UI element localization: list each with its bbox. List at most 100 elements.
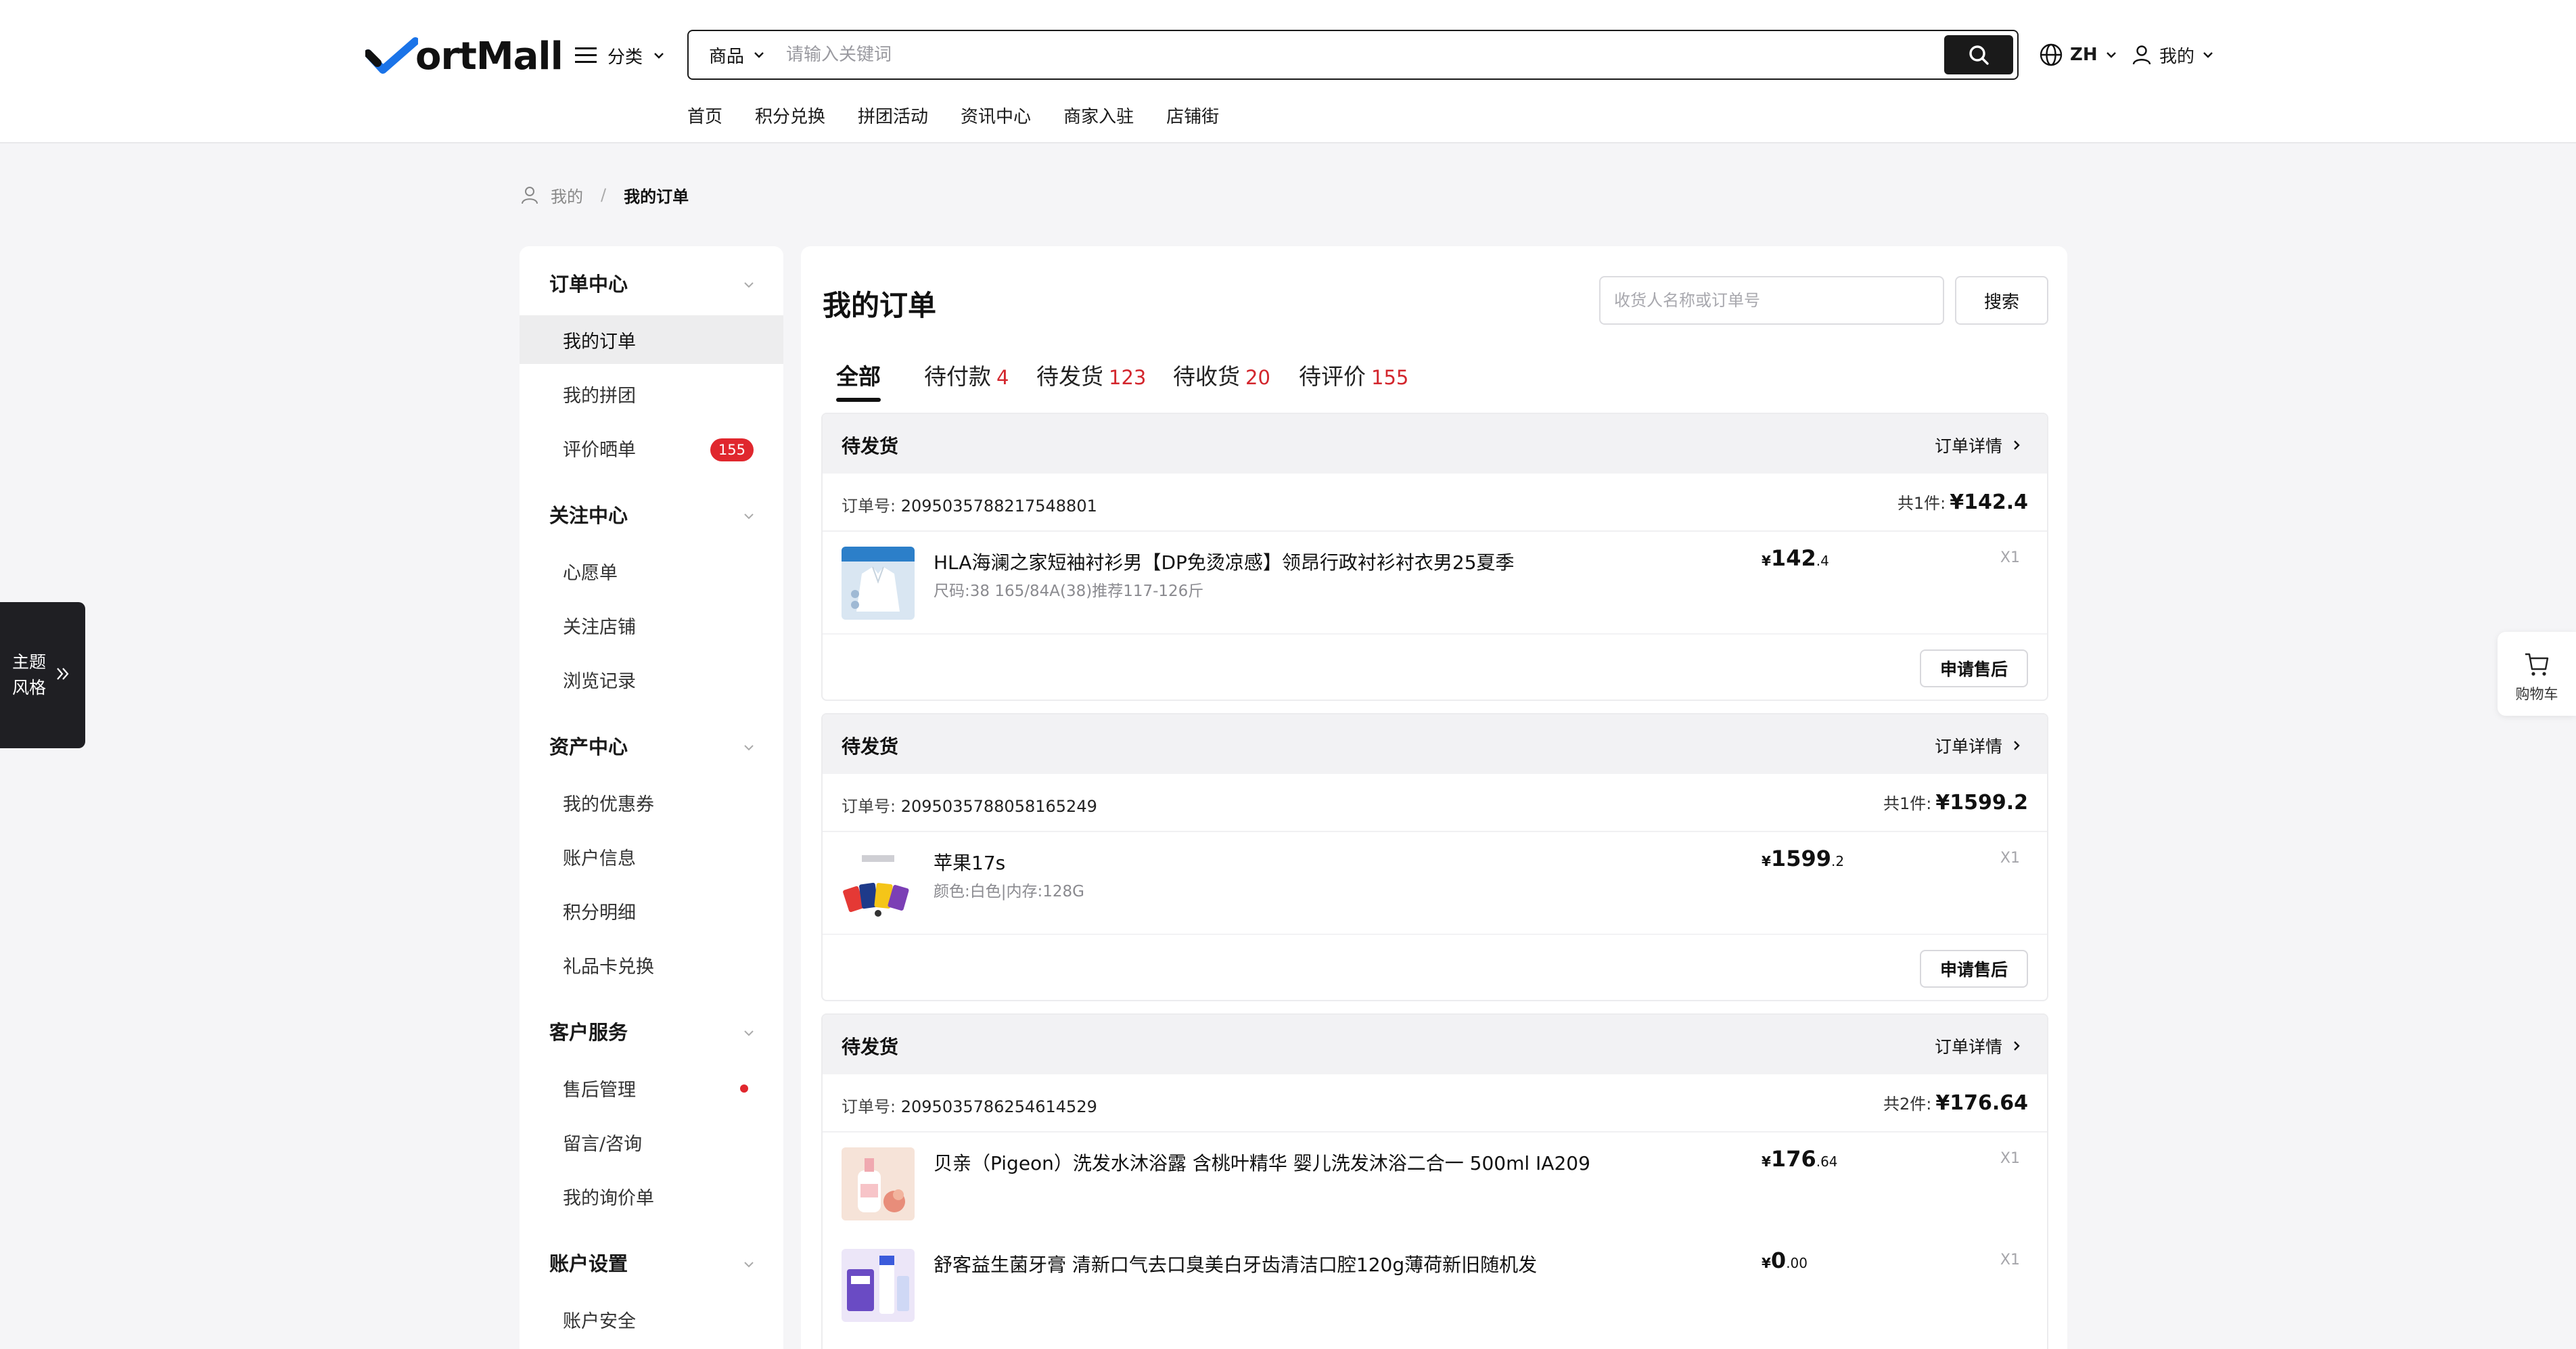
order-number-label: 订单号: [842, 497, 896, 516]
sidebar-group-order-center[interactable]: 订单中心 [520, 261, 783, 304]
order-detail-link[interactable]: 订单详情 [1935, 433, 2023, 457]
order-status: 待发货 [842, 435, 899, 457]
order-search-input[interactable] [1599, 276, 1944, 325]
order-card: 待发货 订单详情 订单号: 2095035788058165249 共1件: ¥1… [821, 713, 2048, 1001]
sidebar-group-title: 账户设置 [549, 1252, 628, 1275]
product-name[interactable]: 舒客益生菌牙膏 清新口气去口臭美白牙齿清洁口腔120g薄荷新旧随机发 [934, 1250, 1537, 1277]
nav-group-buy[interactable]: 拼团活动 [858, 103, 928, 130]
account-label: 我的 [2159, 46, 2195, 67]
product-name[interactable]: 苹果17s [934, 848, 1005, 875]
sidebar-item-inquiries[interactable]: 我的询价单 [520, 1172, 783, 1220]
sidebar-item-my-group-buy[interactable]: 我的拼团 [520, 369, 783, 418]
user-icon [522, 187, 538, 204]
theme-style-toggle[interactable]: 主题 风格 [0, 602, 85, 748]
shopping-cart-icon [2525, 653, 2549, 676]
nav-store-street[interactable]: 店铺街 [1166, 103, 1219, 130]
sidebar-item-wishlist[interactable]: 心愿单 [520, 547, 783, 595]
price-decimal: .00 [1786, 1255, 1808, 1271]
order-number-value: 2095035788058165249 [900, 797, 1097, 816]
sidebar-item-followed-stores[interactable]: 关注店铺 [520, 601, 783, 649]
sidebar-item-label: 账户信息 [563, 848, 636, 869]
sidebar-group-account-settings[interactable]: 账户设置 [520, 1241, 783, 1284]
product-name[interactable]: HLA海澜之家短袖衬衫男【DP免烫凉感】领昂行政衬衫衬衣男25夏季 [934, 548, 1515, 575]
sidebar-group-asset-center[interactable]: 资产中心 [520, 724, 783, 767]
search-submit-button[interactable] [1944, 35, 2013, 74]
sidebar-item-account-security[interactable]: 账户安全 [520, 1295, 783, 1344]
sidebar-item-coupons[interactable]: 我的优惠券 [520, 778, 783, 827]
order-detail-link[interactable]: 订单详情 [1935, 1034, 2023, 1058]
after-sales-button[interactable]: 申请售后 [1920, 950, 2028, 988]
chevron-right-icon [2014, 1041, 2020, 1051]
language-switcher[interactable]: ZH [2039, 38, 2118, 72]
nav-points-exchange[interactable]: 积分兑换 [755, 103, 825, 130]
order-status: 待发货 [842, 1036, 899, 1058]
order-number: 订单号: 2095035786254614529 [842, 1093, 1097, 1117]
sidebar-item-account-info[interactable]: 账户信息 [520, 832, 783, 881]
order-total-label: 共1件: [1897, 494, 1946, 513]
chevron-down-icon [741, 277, 756, 292]
product-thumbnail[interactable] [842, 1249, 915, 1322]
sidebar-item-browse-history[interactable]: 浏览记录 [520, 655, 783, 704]
sidebar-item-reviews[interactable]: 评价晒单 155 [520, 424, 783, 472]
order-item[interactable]: 贝亲（Pigeon）洗发水沐浴露 含桃叶精华 婴儿洗发沐浴二合一 500ml I… [823, 1133, 2047, 1234]
theme-style-line1: 主题 [12, 652, 47, 672]
tab-pending-payment[interactable]: 待付款 4 [924, 359, 1009, 403]
tab-all[interactable]: 全部 [836, 359, 881, 403]
global-search-input[interactable] [786, 38, 1841, 72]
tab-count: 155 [1371, 366, 1409, 389]
price-integer: 176 [1770, 1146, 1816, 1172]
nav-news[interactable]: 资讯中心 [961, 103, 1031, 130]
chevron-down-icon [741, 1026, 756, 1041]
nav-merchant-join[interactable]: 商家入驻 [1063, 103, 1134, 130]
product-thumbnail[interactable] [842, 847, 915, 920]
after-sales-button[interactable]: 申请售后 [1920, 649, 2028, 687]
product-price: ¥176.64 [1762, 1146, 1838, 1172]
order-item[interactable]: HLA海澜之家短袖衬衫男【DP免烫凉感】领昂行政衬衫衬衣男25夏季 尺码:38 … [823, 532, 2047, 633]
order-card: 待发货 订单详情 订单号: 2095035786254614529 共2件: ¥1… [821, 1013, 2048, 1349]
sidebar-item-gift-card[interactable]: 礼品卡兑换 [520, 940, 783, 989]
price-symbol: ¥ [1762, 1153, 1771, 1170]
product-spec: 尺码:38 165/84A(38)推荐117-126斤 [934, 582, 1204, 600]
sidebar-group-follow-center[interactable]: 关注中心 [520, 493, 783, 536]
order-total-label: 共1件: [1883, 794, 1932, 813]
order-header: 待发货 订单详情 [823, 1015, 2047, 1074]
sidebar-item-after-sales[interactable]: 售后管理 [520, 1064, 783, 1112]
sidebar-group-title: 关注中心 [549, 504, 628, 527]
sidebar-item-label: 售后管理 [563, 1079, 636, 1101]
category-button[interactable]: 分类 [574, 38, 666, 73]
order-item[interactable]: 苹果17s 颜色:白色|内存:128G ¥1599.2 X1 [823, 832, 2047, 934]
order-meta: 订单号: 2095035788217548801 共1件: ¥142.4 [823, 474, 2047, 532]
sidebar-item-label: 评价晒单 [563, 439, 636, 461]
price-symbol: ¥ [1762, 1255, 1771, 1271]
tab-pending-review[interactable]: 待评价 155 [1299, 359, 1408, 403]
product-quantity: X1 [2000, 850, 2020, 867]
floating-cart-button[interactable]: 购物车 [2498, 632, 2576, 716]
global-search-bar: 商品 [687, 30, 2019, 80]
search-icon [1967, 43, 1990, 66]
order-number: 订单号: 2095035788217548801 [842, 493, 1097, 516]
product-thumbnail[interactable] [842, 1147, 915, 1220]
breadcrumb-home[interactable]: 我的 [551, 183, 583, 207]
tab-pending-receipt[interactable]: 待收货 20 [1173, 359, 1270, 403]
tab-pending-shipment[interactable]: 待发货 123 [1036, 359, 1146, 403]
product-name[interactable]: 贝亲（Pigeon）洗发水沐浴露 含桃叶精华 婴儿洗发沐浴二合一 500ml I… [934, 1149, 1590, 1176]
account-menu[interactable]: 我的 [2131, 38, 2215, 72]
language-label: ZH [2070, 45, 2098, 65]
order-search-button[interactable]: 搜索 [1955, 276, 2048, 325]
chevron-down-icon [752, 48, 766, 62]
nav-home[interactable]: 首页 [687, 103, 722, 130]
sidebar-group-customer-service[interactable]: 客户服务 [520, 1009, 783, 1053]
price-decimal: .4 [1816, 553, 1829, 569]
search-scope-select[interactable]: 商品 [709, 31, 766, 78]
logo[interactable]: ortMall [364, 30, 564, 83]
order-item[interactable]: 舒客益生菌牙膏 清新口气去口臭美白牙齿清洁口腔120g薄荷新旧随机发 ¥0.00… [823, 1234, 2047, 1335]
sidebar-item-my-orders[interactable]: 我的订单 [520, 315, 783, 364]
order-card: 待发货 订单详情 订单号: 2095035788217548801 共1件: ¥1… [821, 413, 2048, 701]
order-detail-label: 订单详情 [1934, 737, 2002, 756]
order-detail-link[interactable]: 订单详情 [1935, 733, 2023, 758]
sidebar-item-messages[interactable]: 留言/咨询 [520, 1118, 783, 1166]
order-total: 共1件: ¥1599.2 [1883, 790, 2028, 815]
globe-icon [2040, 43, 2063, 66]
product-thumbnail[interactable] [842, 547, 915, 620]
sidebar-item-points-detail[interactable]: 积分明细 [520, 886, 783, 935]
